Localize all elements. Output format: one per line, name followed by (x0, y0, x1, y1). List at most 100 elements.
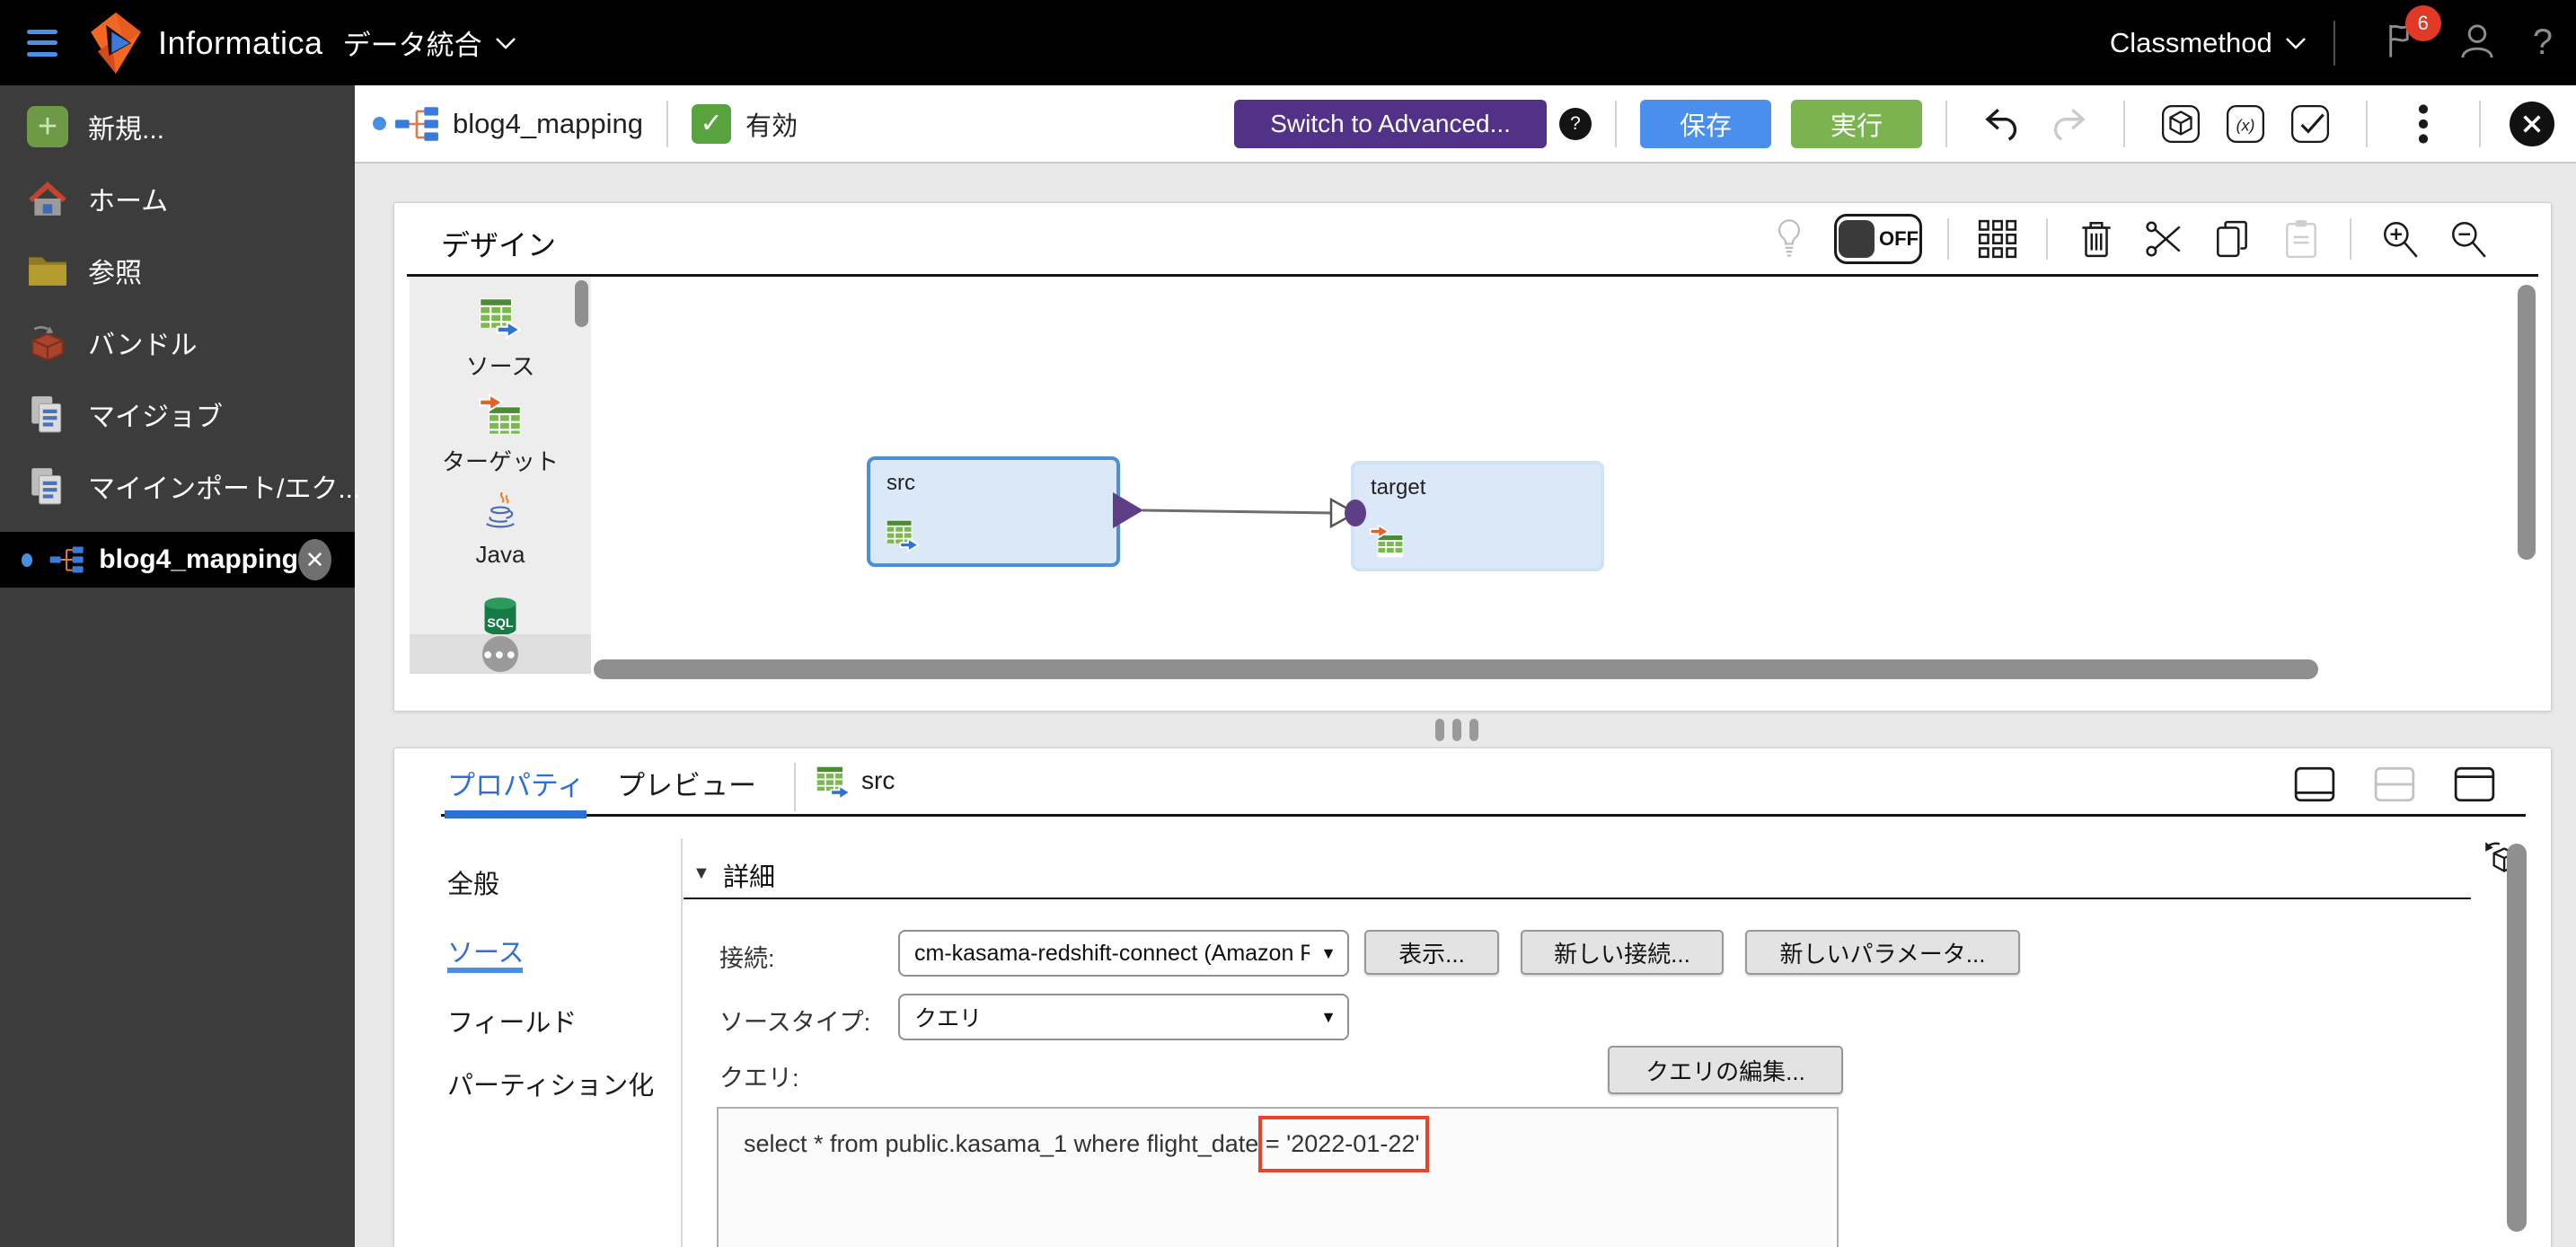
sidebar-open-tab-blog4-mapping[interactable]: blog4_mapping ✕ (0, 532, 355, 588)
suggestions-bulb-button[interactable] (1768, 217, 1811, 261)
design-divider-line (407, 274, 2538, 277)
connector-link[interactable] (394, 203, 2551, 711)
new-parameter-button[interactable]: 新しいパラメータ... (1745, 930, 2020, 975)
target-icon (479, 392, 521, 435)
product-name: Informatica (158, 23, 323, 61)
target-icon (1369, 524, 1404, 558)
tab-properties[interactable]: プロパティ (447, 763, 585, 803)
advanced-help-badge[interactable]: ? (1558, 107, 1592, 140)
section-divider-line (684, 898, 2471, 899)
zoom-out-icon (2452, 221, 2486, 258)
canvas-horizontal-scrollbar[interactable] (594, 659, 2318, 679)
unsaved-dot-icon (373, 117, 386, 130)
query-text-area[interactable]: select * from public.kasama_1 where flig… (717, 1107, 1839, 1247)
details-section-title: 詳細 (723, 863, 776, 892)
close-asset-button[interactable] (2510, 101, 2554, 146)
palette-item-source[interactable]: ソース (410, 291, 591, 386)
layout-grid-button[interactable] (1976, 217, 2019, 261)
sidebar-item-my-jobs[interactable]: マイジョブ (0, 382, 355, 447)
collapse-caret-icon[interactable]: ▼ (693, 863, 710, 884)
zoom-in-button[interactable] (2378, 217, 2422, 261)
help-icon[interactable]: ? (2533, 22, 2553, 63)
view-connection-button[interactable]: 表示... (1364, 930, 1499, 975)
new-connection-button[interactable]: 新しい接続... (1521, 930, 1724, 975)
valid-label: 有効 (745, 111, 798, 141)
props-menu-general[interactable]: 全般 (447, 863, 499, 901)
checkbox-check-icon (2290, 104, 2330, 143)
sidebar-item-bundles[interactable]: バンドル (0, 310, 355, 375)
folder-icon (29, 257, 66, 286)
panel-layout-split-icon[interactable] (2373, 765, 2416, 804)
close-tab-button[interactable]: ✕ (297, 539, 331, 580)
unsaved-dot-icon (22, 553, 33, 567)
org-switcher[interactable]: Classmethod (2110, 27, 2272, 59)
more-transformations-button[interactable]: ●●● (482, 636, 518, 672)
divider (1947, 218, 1949, 260)
sidebar-item-explore[interactable]: 参照 (0, 238, 355, 303)
valid-checkbox[interactable]: ✓ (692, 103, 732, 144)
cube-box-icon (2161, 104, 2201, 143)
palette-more-strip: ●●● (410, 634, 591, 674)
dropdown-arrow-icon: ▼ (1320, 943, 1337, 962)
canvas-node-src[interactable]: src (867, 456, 1120, 567)
toggle-knob (1839, 220, 1875, 258)
copy-button[interactable] (2211, 217, 2254, 261)
active-menu-underline (447, 968, 523, 973)
edit-query-button[interactable]: クエリの編集... (1608, 1046, 1843, 1094)
source-type-select[interactable]: クエリ ▼ (898, 994, 1349, 1040)
user-button[interactable] (2457, 21, 2497, 65)
props-menu-fields[interactable]: フィールド (447, 1002, 577, 1039)
canvas-node-target[interactable]: target (1351, 461, 1604, 571)
clipboard-paste-icon (2286, 220, 2316, 259)
more-actions-button[interactable] (2403, 103, 2444, 145)
tab-preview[interactable]: プレビュー (617, 763, 756, 803)
source-icon (886, 519, 921, 553)
props-menu-source[interactable]: ソース (447, 932, 525, 969)
switch-to-advanced-button[interactable]: Switch to Advanced... (1234, 99, 1547, 148)
divider (2366, 100, 2368, 147)
plus-icon: + (27, 106, 68, 147)
paste-button[interactable] (2280, 217, 2323, 261)
asset-toolbar: blog4_mapping ✓ 有効 Switch to Advanced...… (355, 85, 2576, 164)
svg-text:SQL: SQL (487, 616, 513, 631)
undo-button[interactable] (1982, 103, 2024, 145)
connection-select[interactable]: cm-kasama-redshift-connect (Amazon Re...… (898, 930, 1349, 977)
sidebar-item-new[interactable]: + 新規... (0, 94, 355, 159)
redo-button[interactable] (2047, 103, 2088, 145)
run-button[interactable]: 実行 (1790, 99, 1922, 148)
top-bar: Informatica データ統合 Classmethod 6 ? (0, 0, 2576, 85)
service-switcher[interactable]: データ統合 (343, 22, 482, 63)
query-text: select * from public.kasama_1 where flig… (744, 1130, 1266, 1157)
validate-button[interactable] (2289, 103, 2331, 145)
hamburger-menu-icon[interactable] (27, 29, 57, 57)
panel-splitter-handle[interactable] (1435, 719, 1478, 741)
sidebar-item-home[interactable]: ホーム (0, 166, 355, 231)
expression-button[interactable]: (x) (2225, 103, 2266, 145)
top-bar-right: Classmethod 6 ? (2110, 5, 2553, 66)
zoom-out-button[interactable] (2447, 217, 2490, 261)
divider (666, 100, 669, 147)
notifications-button[interactable]: 6 (2386, 5, 2441, 66)
documents-icon (31, 468, 62, 505)
bundle-box-icon (31, 326, 64, 362)
palette-item-java[interactable]: Java (410, 482, 591, 577)
delete-button[interactable] (2075, 217, 2118, 261)
chevron-down-icon[interactable] (2285, 37, 2307, 49)
data-preview-button[interactable] (2160, 103, 2201, 145)
save-button[interactable]: 保存 (1639, 99, 1771, 148)
chevron-down-icon[interactable] (495, 37, 516, 49)
properties-scrollbar[interactable] (2507, 844, 2527, 1232)
divider (2123, 100, 2125, 147)
props-menu-partitioning[interactable]: パーティション化 (447, 1065, 654, 1102)
panel-layout-top-icon[interactable] (2453, 765, 2496, 804)
panel-layout-bottom-icon[interactable] (2293, 765, 2336, 804)
palette-scrollbar[interactable] (575, 280, 588, 327)
canvas-vertical-scrollbar[interactable] (2518, 285, 2536, 560)
recommendations-toggle[interactable]: OFF (1834, 214, 1922, 264)
cut-button[interactable] (2143, 217, 2186, 261)
design-panel: デザイン OFF ソース ターゲット Java SQL ●●● src targ… (393, 202, 2552, 712)
source-type-label: ソースタイプ: (719, 1009, 871, 1036)
undo-icon (1985, 108, 2017, 141)
palette-item-target[interactable]: ターゲット (410, 386, 591, 482)
sidebar-item-my-import-export[interactable]: マイインポート/エク... (0, 454, 360, 518)
